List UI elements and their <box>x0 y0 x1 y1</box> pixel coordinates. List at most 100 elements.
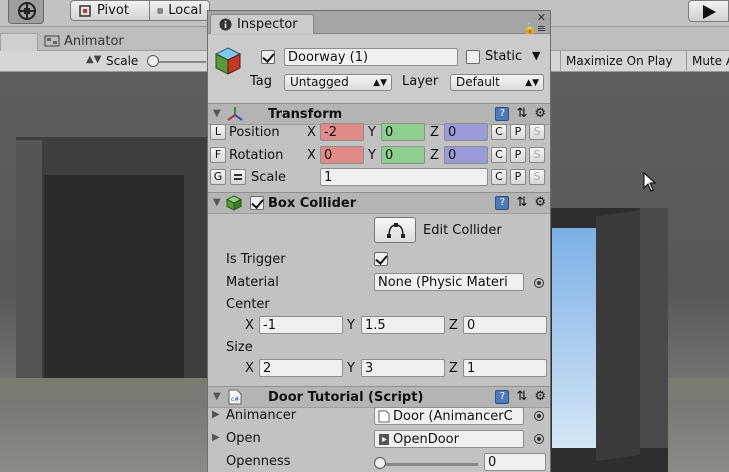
size-z-label: Z <box>449 361 458 376</box>
box-collider-icon <box>226 195 242 211</box>
animation-clip-icon <box>379 434 389 445</box>
updown-arrows-icon[interactable]: ▲▼ <box>86 54 101 65</box>
animancer-field[interactable]: Door (AnimancerC <box>374 407 524 425</box>
center-y-label: Y <box>347 318 355 333</box>
component-header-icons: ? ⇅ ⚙ <box>495 195 546 210</box>
foldout-arrow-icon[interactable]: ▼ <box>213 108 221 119</box>
local-toggle[interactable]: Local <box>150 0 210 21</box>
tag-label: Tag <box>250 74 273 89</box>
static-dropdown-icon[interactable]: ▼ <box>532 49 540 62</box>
gameobject-cube-icon <box>214 47 242 75</box>
center-x-field[interactable]: -1 <box>259 316 343 334</box>
gear-icon[interactable]: ⚙ <box>534 389 546 404</box>
scale-paste-button[interactable]: P <box>510 169 526 185</box>
position-paste-button[interactable]: P <box>510 124 526 140</box>
scale-slider-knob[interactable] <box>147 55 159 67</box>
rotation-z-field[interactable]: 0 <box>444 146 488 164</box>
is-trigger-checkbox[interactable] <box>374 252 388 266</box>
position-copy-button[interactable]: C <box>491 124 507 140</box>
preset-sliders-icon[interactable]: ⇅ <box>516 106 527 121</box>
transform-tool-button[interactable] <box>8 0 44 24</box>
object-picker-icon[interactable] <box>534 434 544 444</box>
center-z-field[interactable]: 0 <box>463 316 547 334</box>
pivot-toggle[interactable]: Pivot <box>70 0 150 21</box>
maximize-on-play-button[interactable]: Maximize On Play <box>560 51 678 71</box>
door-script-title: Door Tutorial (Script) <box>268 390 424 405</box>
inspector-tab[interactable]: Inspector <box>210 14 314 34</box>
rotation-label: Rotation <box>229 148 284 163</box>
animancer-foldout-icon[interactable]: ▶ <box>212 409 220 420</box>
scene-tab[interactable] <box>0 33 38 51</box>
openness-field[interactable]: 0 <box>484 453 546 471</box>
scale-snap-button[interactable]: S <box>529 169 545 185</box>
local-label: Local <box>168 3 202 18</box>
material-field[interactable]: None (Physic Materi <box>374 273 524 291</box>
help-book-icon[interactable]: ? <box>495 389 510 404</box>
scale-copy-button[interactable]: C <box>491 169 507 185</box>
rotation-y-field[interactable]: 0 <box>381 146 425 164</box>
right-doorway-frame <box>640 208 668 448</box>
mouse-cursor-icon <box>643 172 657 192</box>
sky-through-door <box>552 228 596 448</box>
rotation-snap-button[interactable]: S <box>529 147 545 163</box>
gameobject-active-checkbox[interactable] <box>261 50 275 64</box>
box-collider-header[interactable]: ▼ Box Collider ? ⇅ ⚙ <box>208 192 550 214</box>
scale-link-button[interactable] <box>230 169 246 185</box>
scale-key-button[interactable]: G <box>210 169 226 185</box>
foldout-arrow-icon[interactable]: ▼ <box>213 391 221 402</box>
static-checkbox[interactable] <box>466 50 480 64</box>
center-label: Center <box>226 297 270 312</box>
open-foldout-icon[interactable]: ▶ <box>212 432 220 443</box>
layer-dropdown[interactable]: Default ▲▼ <box>450 74 544 91</box>
play-button[interactable] <box>688 0 729 22</box>
size-z-field[interactable]: 1 <box>463 359 547 377</box>
open-clip-field[interactable]: OpenDoor <box>374 430 524 448</box>
pivot-icon <box>79 4 91 17</box>
help-book-icon[interactable]: ? <box>495 106 510 121</box>
size-x-field[interactable]: 2 <box>259 359 343 377</box>
rotation-paste-button[interactable]: P <box>510 147 526 163</box>
animator-tab[interactable]: Animator <box>44 31 124 51</box>
object-picker-icon[interactable] <box>534 411 544 421</box>
scale-field[interactable]: 1 <box>320 168 488 186</box>
mute-audio-button[interactable]: Mute A <box>686 51 729 71</box>
edit-collider-button[interactable] <box>374 217 416 243</box>
position-x-field[interactable]: -2 <box>320 123 364 141</box>
dropdown-arrows-icon: ▲▼ <box>525 78 539 88</box>
transform-header[interactable]: ▼ Transform ? ⇅ ⚙ <box>208 103 550 125</box>
position-key-button[interactable]: L <box>210 124 226 140</box>
help-book-icon[interactable]: ? <box>495 195 510 210</box>
position-z-field[interactable]: 0 <box>444 123 488 141</box>
openness-slider-track[interactable] <box>378 463 478 466</box>
pivot-label: Pivot <box>97 3 129 18</box>
link-icon <box>234 174 242 176</box>
static-label: Static <box>485 49 523 64</box>
gear-icon[interactable]: ⚙ <box>534 106 546 121</box>
gear-icon[interactable]: ⚙ <box>534 195 546 210</box>
box-collider-enabled-checkbox[interactable] <box>250 196 264 210</box>
openness-slider-knob[interactable] <box>374 457 386 469</box>
center-y-field[interactable]: 1.5 <box>361 316 445 334</box>
size-label: Size <box>226 340 253 355</box>
size-y-field[interactable]: 3 <box>361 359 445 377</box>
preset-sliders-icon[interactable]: ⇅ <box>516 195 527 210</box>
svg-text:c#: c# <box>231 396 239 403</box>
position-snap-button[interactable]: S <box>529 124 545 140</box>
rotation-x-field[interactable]: 0 <box>320 146 364 164</box>
rotation-key-button[interactable]: F <box>210 147 226 163</box>
openness-label: Openness <box>226 454 291 469</box>
foldout-arrow-icon[interactable]: ▼ <box>213 197 221 208</box>
preset-sliders-icon[interactable]: ⇅ <box>516 389 527 404</box>
position-y-field[interactable]: 0 <box>381 123 425 141</box>
inspector-tab-bar: Inspector ✕ 🔒≡ <box>208 11 550 34</box>
gameobject-name-field[interactable]: Doorway (1) <box>284 48 458 66</box>
open-label: Open <box>226 431 261 446</box>
material-label: Material <box>226 275 279 290</box>
lock-and-menu-icon[interactable]: 🔒≡ <box>523 23 546 34</box>
door-script-header[interactable]: ▼ c# Door Tutorial (Script) ? ⇅ ⚙ <box>208 386 550 408</box>
rotation-copy-button[interactable]: C <box>491 147 507 163</box>
object-picker-icon[interactable] <box>534 278 544 288</box>
tag-dropdown[interactable]: Untagged ▲▼ <box>284 74 392 91</box>
position-x-label: X <box>307 125 316 140</box>
play-icon <box>703 5 716 19</box>
